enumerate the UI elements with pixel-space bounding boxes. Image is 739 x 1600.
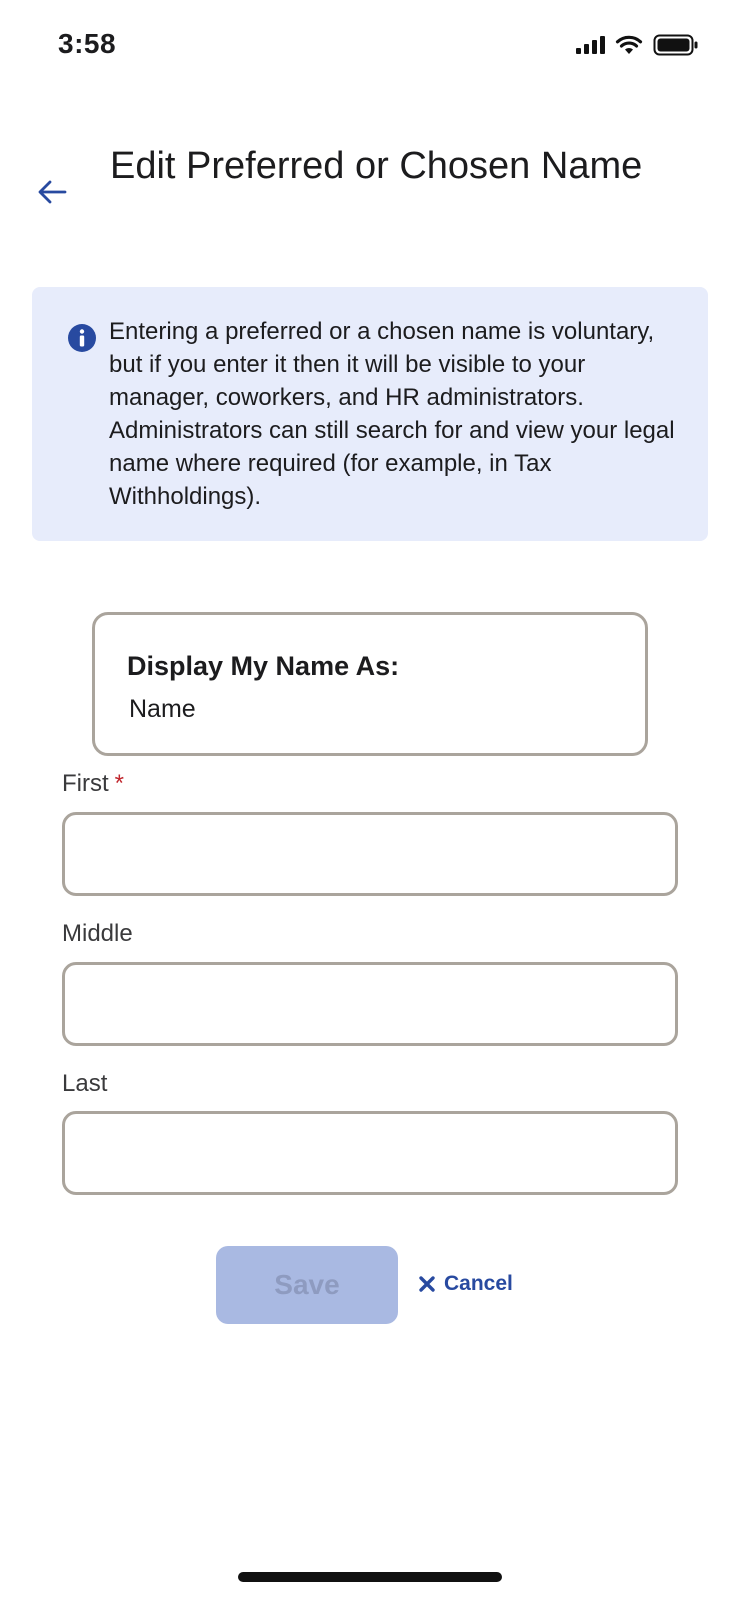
page-header: Edit Preferred or Chosen Name bbox=[0, 130, 739, 250]
wifi-icon bbox=[615, 35, 643, 54]
home-indicator[interactable] bbox=[238, 1572, 502, 1582]
last-name-label: Last bbox=[62, 1070, 108, 1097]
status-time: 3:58 bbox=[58, 28, 117, 59]
first-name-label-text: First bbox=[62, 770, 109, 797]
close-icon bbox=[419, 1276, 435, 1292]
page-title: Edit Preferred or Chosen Name bbox=[110, 145, 643, 187]
info-icon bbox=[68, 324, 96, 352]
display-name-label: Display My Name As: bbox=[127, 651, 400, 681]
middle-name-input[interactable] bbox=[62, 962, 678, 1046]
signal-icon bbox=[576, 36, 605, 54]
required-mark: * bbox=[114, 770, 124, 797]
cancel-label: Cancel bbox=[444, 1272, 513, 1295]
info-text: Entering a preferred or a chosen name is… bbox=[109, 318, 675, 510]
middle-name-label: Middle bbox=[62, 920, 133, 947]
status-bar: 3:58 bbox=[0, 0, 739, 90]
battery-icon bbox=[653, 34, 698, 56]
back-button[interactable] bbox=[32, 172, 72, 212]
info-banner: Entering a preferred or a chosen name is… bbox=[32, 287, 708, 541]
status-icons bbox=[576, 34, 699, 56]
cancel-button[interactable]: Cancel bbox=[418, 1272, 513, 1296]
first-name-label: First * bbox=[62, 770, 124, 798]
save-button[interactable]: Save bbox=[216, 1246, 398, 1324]
display-name-card: Display My Name As: Name bbox=[92, 612, 648, 756]
first-name-input[interactable] bbox=[62, 812, 678, 896]
last-name-input[interactable] bbox=[62, 1111, 678, 1195]
display-name-value: Name bbox=[129, 695, 196, 723]
arrow-left-icon bbox=[38, 180, 67, 204]
